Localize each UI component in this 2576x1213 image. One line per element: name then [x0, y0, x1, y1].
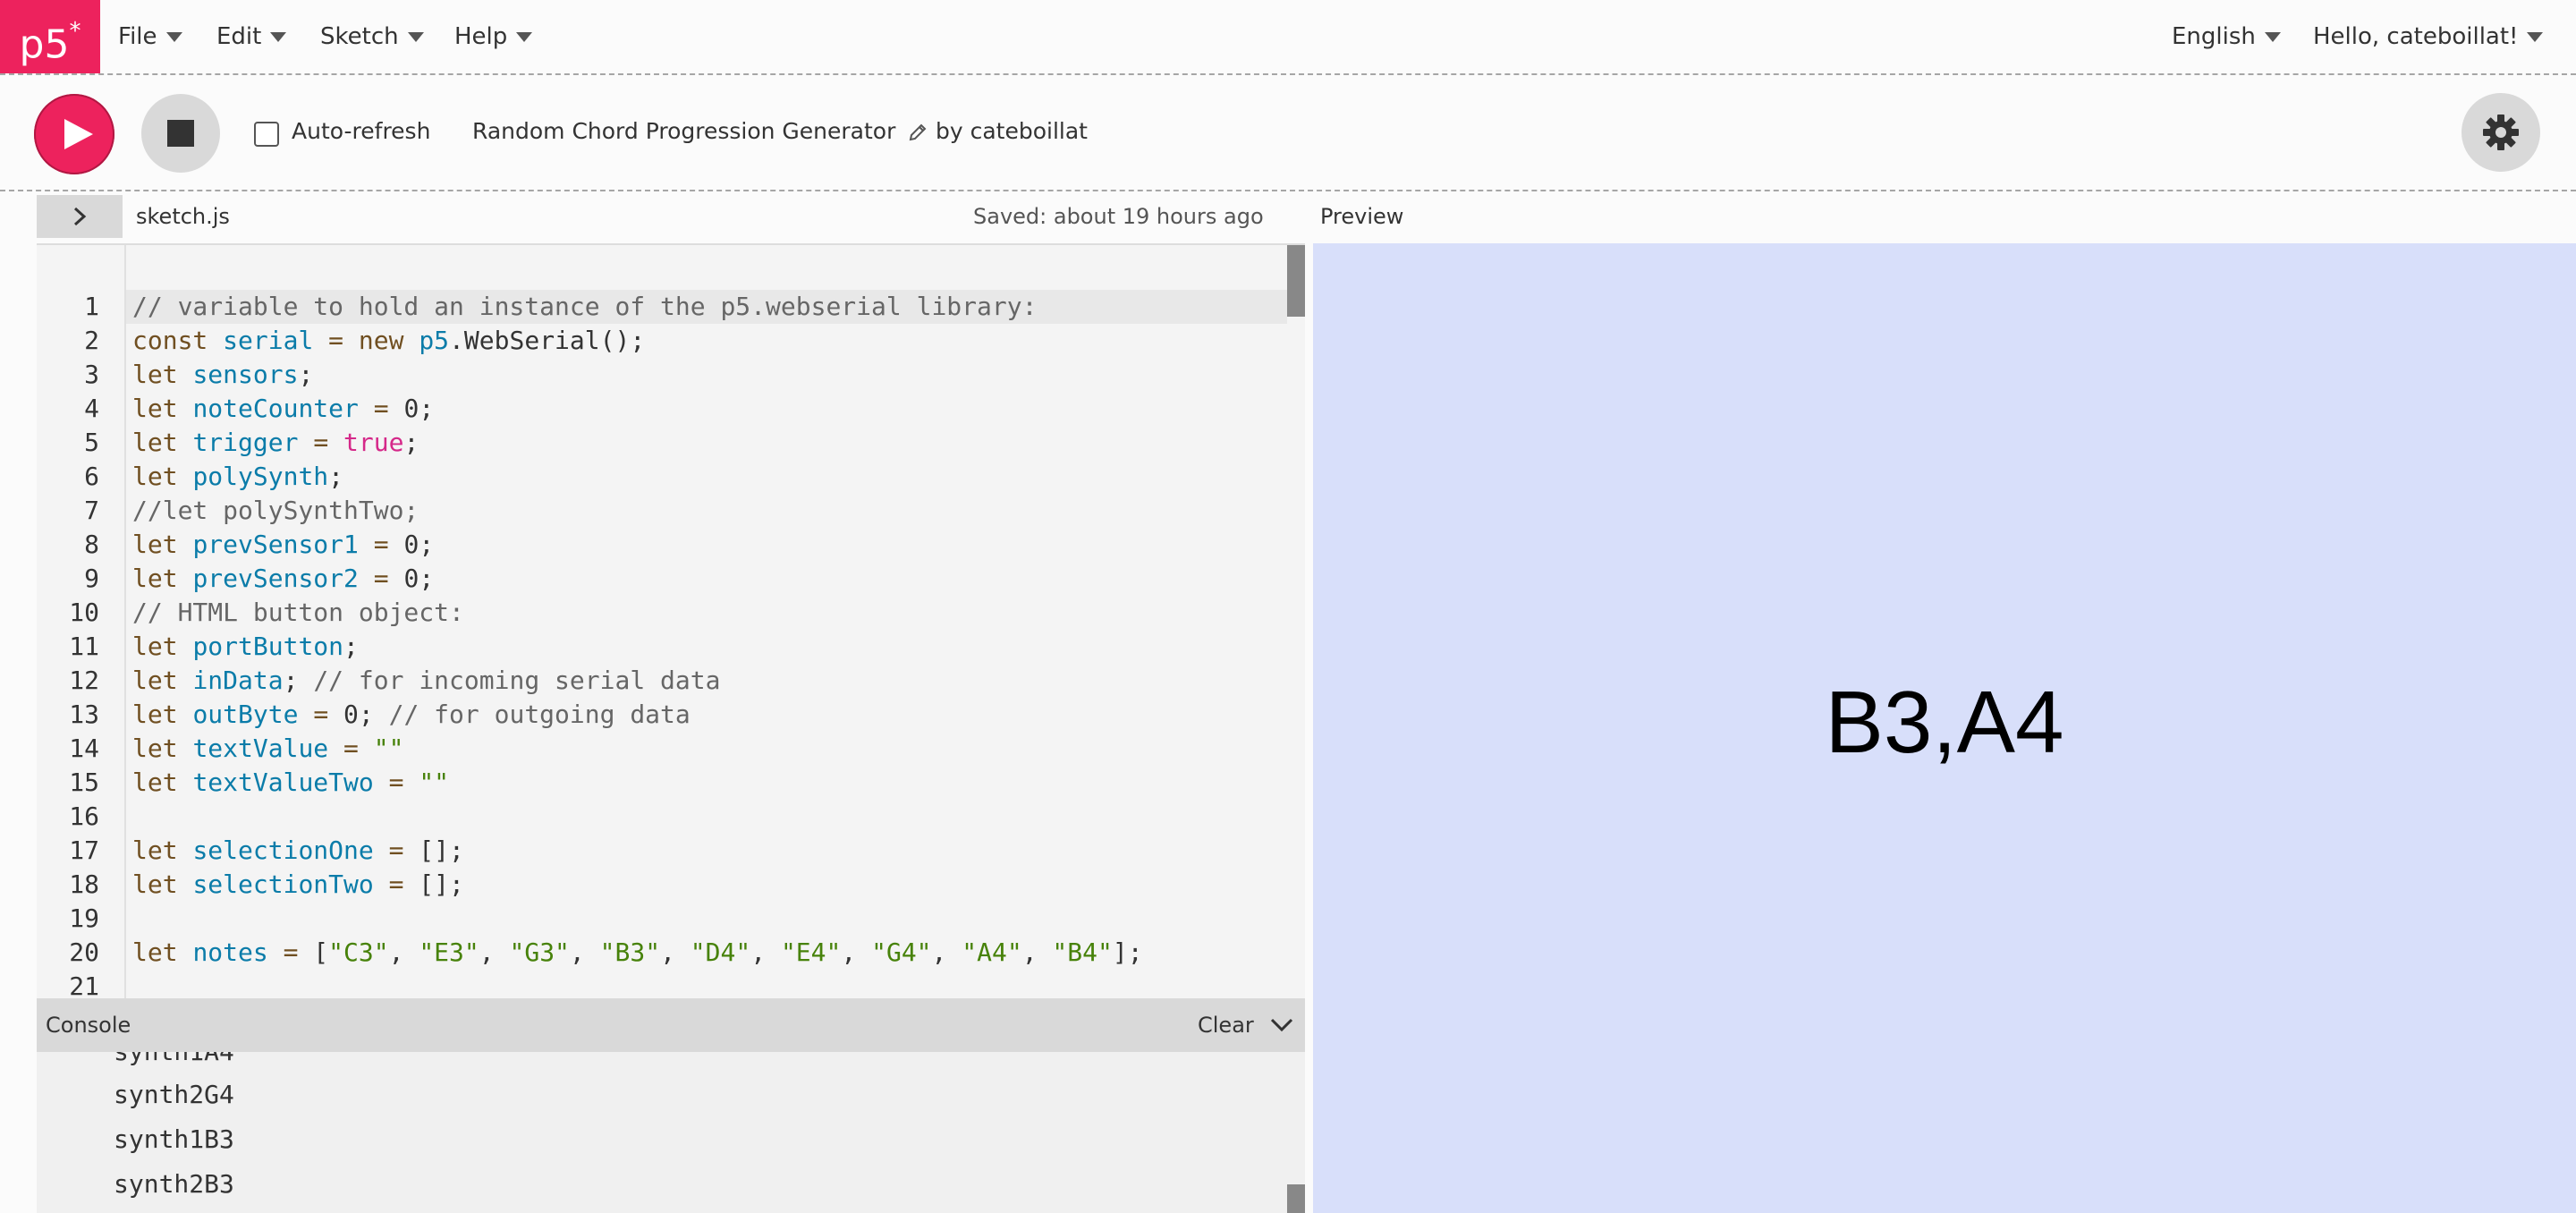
caret-down-icon [2527, 32, 2544, 42]
menu-sketch[interactable]: Sketch [320, 0, 424, 73]
line-number: 1 [84, 292, 99, 321]
line-number: 12 [69, 666, 99, 695]
auto-refresh-checkbox[interactable] [254, 122, 279, 147]
console-title: Console [46, 1013, 131, 1038]
line-number: 13 [69, 700, 99, 729]
console-scrollbar-thumb[interactable] [1287, 1184, 1305, 1213]
preview-canvas-text: B3,A4 [1825, 673, 2064, 771]
code-line: let inData; // for incoming serial data [132, 666, 721, 695]
code-line: let outByte = 0; // for outgoing data [132, 700, 691, 729]
console-line: synth1A4 [114, 1052, 234, 1070]
line-number: 4 [84, 394, 99, 423]
caret-down-icon [516, 32, 533, 42]
user-menu[interactable]: Hello, cateboillat! [2313, 0, 2544, 73]
editor-scrollbar-thumb[interactable] [1287, 245, 1305, 317]
gear-icon [2483, 115, 2519, 150]
console-output: synth1A4 synth2G4 synth1B3 synth2B3 [37, 1052, 1305, 1213]
menu-edit-label: Edit [216, 23, 262, 50]
sketch-name[interactable]: Random Chord Progression Generator [472, 116, 928, 147]
line-number: 7 [84, 496, 99, 525]
preview-canvas[interactable]: B3,A4 [1313, 243, 2576, 1213]
saved-status: Saved: about 19 hours ago [973, 204, 1264, 229]
language-menu[interactable]: English [2172, 0, 2281, 73]
line-number: 9 [84, 564, 99, 593]
line-number: 21 [69, 971, 99, 1001]
code-line: let prevSensor1 = 0; [132, 530, 435, 559]
auto-refresh-label: Auto-refresh [292, 118, 431, 144]
code-line: let selectionOne = []; [132, 836, 464, 865]
language-label: English [2172, 23, 2256, 50]
editor-scrollbar-track[interactable] [1287, 245, 1305, 1002]
code-line: let polySynth; [132, 462, 344, 491]
line-number: 16 [69, 802, 99, 831]
sketch-author[interactable]: by cateboillat [936, 116, 1088, 147]
line-number: 17 [69, 836, 99, 865]
line-number: 2 [84, 326, 99, 355]
sketch-name-text: Random Chord Progression Generator [472, 118, 896, 144]
line-number: 8 [84, 530, 99, 559]
code-line: //let polySynthTwo; [132, 496, 419, 525]
menu-file-label: File [118, 23, 157, 50]
line-number: 19 [69, 903, 99, 933]
menu-help[interactable]: Help [454, 0, 533, 73]
line-number: 6 [84, 462, 99, 491]
code-editor[interactable]: 1 2 3 4 5 6 7 8 9 10 11 12 13 14 15 16 1… [37, 243, 1305, 1002]
caret-down-icon [407, 32, 424, 42]
console-header: Console Clear [37, 998, 1305, 1052]
caret-down-icon [165, 32, 182, 42]
code-line: let textValueTwo = "" [132, 768, 450, 797]
play-button[interactable] [34, 94, 114, 174]
chevron-right-icon [73, 207, 87, 226]
code-line: let portButton; [132, 632, 359, 661]
line-number: 18 [69, 869, 99, 899]
menu-sketch-label: Sketch [320, 23, 399, 50]
code-line: let trigger = true; [132, 428, 419, 457]
code-line: const serial = new p5.WebSerial(); [132, 326, 646, 355]
code-line: let sensors; [132, 360, 314, 389]
top-nav: p5* File Edit Sketch Help English Hello,… [0, 0, 2576, 75]
logo-text: p5 [19, 21, 70, 68]
logo-star: * [69, 18, 81, 45]
play-icon [64, 119, 93, 149]
chevron-down-icon[interactable] [1269, 1016, 1294, 1034]
pencil-icon[interactable] [908, 123, 928, 142]
line-number: 20 [69, 937, 99, 967]
menu-file[interactable]: File [118, 0, 182, 73]
user-greeting: Hello, cateboillat! [2313, 23, 2519, 50]
line-number: 14 [69, 734, 99, 763]
code-line: // variable to hold an instance of the p… [132, 292, 1038, 321]
menu-help-label: Help [454, 23, 508, 50]
line-number: 10 [69, 598, 99, 627]
stop-button[interactable] [141, 94, 220, 173]
caret-down-icon [270, 32, 287, 42]
code-line: let noteCounter = 0; [132, 394, 435, 423]
line-number: 15 [69, 768, 99, 797]
console-line: synth2B3 [114, 1169, 234, 1199]
preview-label: Preview [1320, 204, 1404, 229]
toolbar: Auto-refresh Random Chord Progression Ge… [0, 75, 2576, 191]
line-number: 11 [69, 632, 99, 661]
console-line: synth1B3 [114, 1124, 234, 1154]
stop-icon [167, 120, 194, 147]
file-tab-sketch-js[interactable]: sketch.js [136, 200, 230, 233]
line-number: 5 [84, 428, 99, 457]
sidebar-toggle-button[interactable] [37, 195, 123, 238]
menu-edit[interactable]: Edit [216, 0, 287, 73]
caret-down-icon [2264, 32, 2281, 42]
code-line: let selectionTwo = []; [132, 869, 464, 899]
code-line: let notes = ["C3", "E3", "G3", "B3", "D4… [132, 937, 1143, 967]
console-line: synth2G4 [114, 1080, 234, 1109]
code-line: let prevSensor2 = 0; [132, 564, 435, 593]
code-line: // HTML button object: [132, 598, 464, 627]
console-clear-button[interactable]: Clear [1198, 1009, 1254, 1041]
p5-logo[interactable]: p5* [0, 0, 100, 73]
settings-button[interactable] [2462, 93, 2540, 172]
line-number: 3 [84, 360, 99, 389]
code-line: let textValue = "" [132, 734, 404, 763]
